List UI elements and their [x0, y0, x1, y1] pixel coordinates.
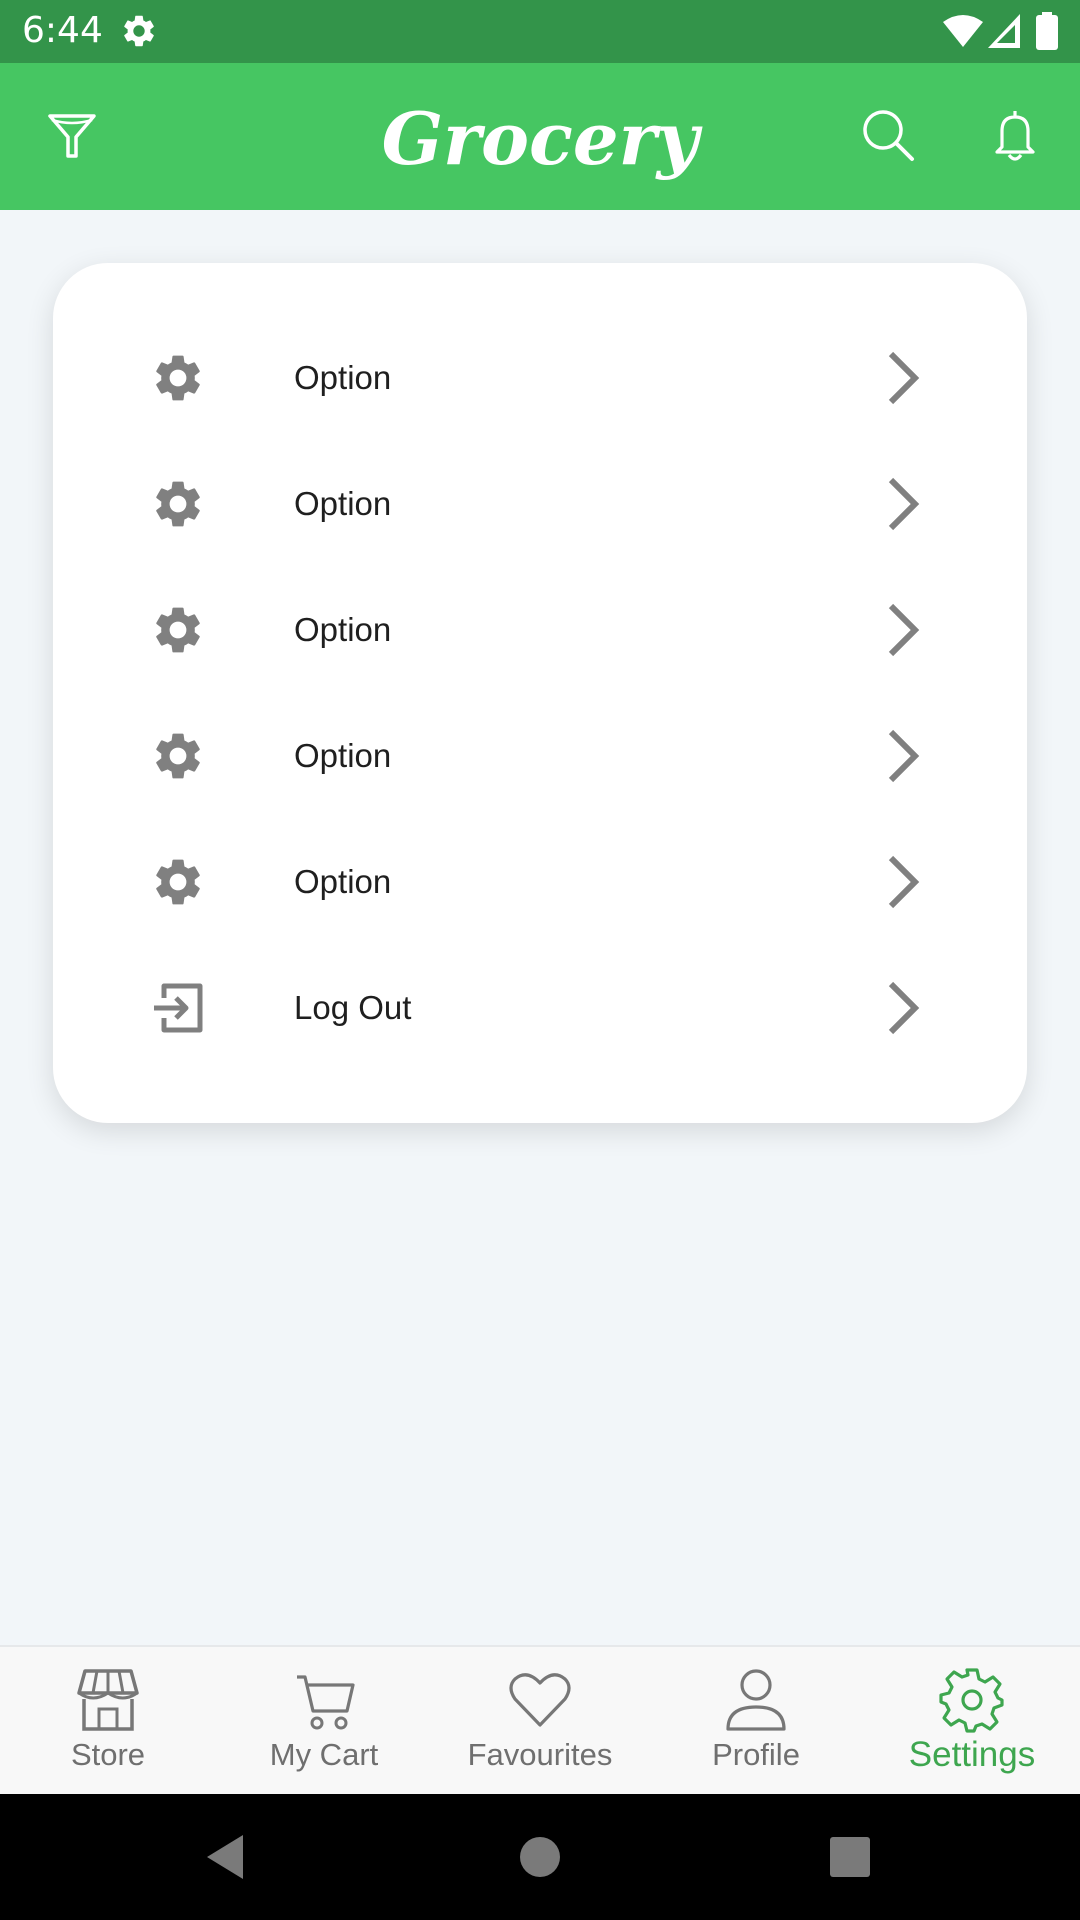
option-label: Log Out	[294, 989, 412, 1026]
settings-option-2[interactable]: Option	[53, 441, 1027, 567]
back-icon[interactable]	[195, 1827, 255, 1887]
nav-profile[interactable]: Profile	[648, 1647, 864, 1796]
gear-icon	[156, 733, 200, 779]
battery-icon	[1036, 12, 1058, 50]
option-label: Option	[294, 359, 392, 396]
settings-icon	[124, 15, 154, 47]
recents-icon[interactable]	[820, 1827, 880, 1887]
nav-settings[interactable]: Settings	[864, 1647, 1080, 1796]
option-label: Option	[294, 485, 392, 522]
nav-label: Store	[70, 1737, 146, 1772]
settings-option-4[interactable]: Option	[53, 693, 1027, 819]
home-icon[interactable]	[510, 1827, 570, 1887]
profile-icon	[726, 1669, 786, 1731]
gear-icon	[156, 355, 200, 401]
filter-icon[interactable]	[42, 106, 102, 166]
chevron-right-icon	[888, 351, 920, 405]
heart-icon	[509, 1673, 571, 1727]
option-label: Option	[294, 611, 392, 648]
bell-icon[interactable]	[985, 105, 1045, 165]
app-title: Grocery	[381, 96, 699, 181]
nav-my-cart[interactable]: My Cart	[216, 1647, 432, 1796]
settings-option-5[interactable]: Option	[53, 819, 1027, 945]
chevron-right-icon	[888, 729, 920, 783]
nav-store[interactable]: Store	[0, 1647, 216, 1796]
chevron-right-icon	[888, 981, 920, 1035]
status-bar: 6:44	[0, 0, 1080, 63]
app-bar: Grocery	[0, 63, 1080, 210]
status-time: 6:44	[22, 10, 103, 51]
nav-label: Favourites	[467, 1737, 613, 1772]
nav-label: My Cart	[269, 1737, 379, 1772]
gear-icon	[156, 481, 200, 527]
bottom-nav: Store My Cart Favourites Profile Setting…	[0, 1645, 1080, 1796]
search-icon[interactable]	[858, 105, 918, 165]
wifi-icon	[943, 15, 983, 47]
cart-icon	[297, 1675, 355, 1730]
option-label: Option	[294, 863, 392, 900]
settings-icon	[939, 1668, 1004, 1733]
store-icon	[77, 1669, 139, 1731]
system-nav-bar	[0, 1794, 1080, 1920]
logout-option[interactable]: Log Out	[53, 945, 1027, 1071]
chevron-right-icon	[888, 477, 920, 531]
settings-option-1[interactable]: Option	[53, 315, 1027, 441]
gear-icon	[156, 607, 200, 653]
signal-icon	[988, 14, 1020, 48]
logout-icon	[154, 983, 203, 1033]
nav-favourites[interactable]: Favourites	[432, 1647, 648, 1796]
nav-label: Settings	[908, 1735, 1036, 1774]
option-label: Option	[294, 737, 392, 774]
nav-label: Profile	[712, 1737, 800, 1772]
settings-option-3[interactable]: Option	[53, 567, 1027, 693]
gear-icon	[156, 859, 200, 905]
chevron-right-icon	[888, 603, 920, 657]
settings-card: Option Option Option Option Option Log O…	[53, 263, 1027, 1123]
chevron-right-icon	[888, 855, 920, 909]
